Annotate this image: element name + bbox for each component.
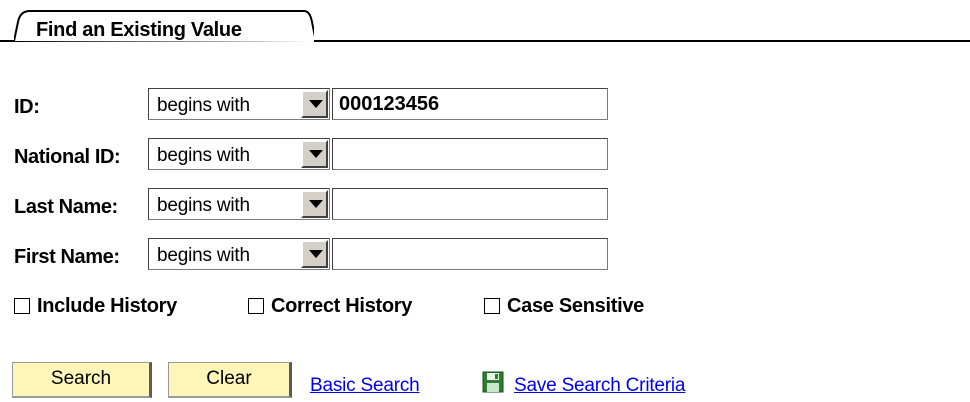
national-id-input[interactable] xyxy=(332,138,608,170)
case-sensitive-checkbox[interactable] xyxy=(484,298,500,314)
national-id-operator-value: begins with xyxy=(157,145,250,166)
case-sensitive-option[interactable]: Case Sensitive xyxy=(484,294,684,320)
national-id-label: National ID: xyxy=(14,146,121,168)
last-name-label: Last Name: xyxy=(14,196,118,218)
field-row-first-name: First Name: begins with xyxy=(14,238,614,272)
first-name-input[interactable] xyxy=(332,238,608,270)
save-search-criteria-link[interactable]: Save Search Criteria xyxy=(514,375,685,397)
include-history-option[interactable]: Include History xyxy=(14,294,224,320)
last-name-operator-value: begins with xyxy=(157,195,250,216)
id-operator-value: begins with xyxy=(157,95,250,116)
correct-history-checkbox[interactable] xyxy=(248,298,264,314)
include-history-checkbox[interactable] xyxy=(14,298,30,314)
first-name-operator-select[interactable]: begins with xyxy=(148,238,330,270)
first-name-label: First Name: xyxy=(14,246,120,268)
clear-button[interactable]: Clear xyxy=(168,362,292,398)
id-operator-select[interactable]: begins with xyxy=(148,88,330,120)
basic-search-link[interactable]: Basic Search xyxy=(310,375,420,397)
case-sensitive-label: Case Sensitive xyxy=(507,295,644,317)
include-history-label: Include History xyxy=(37,295,177,317)
last-name-input[interactable] xyxy=(332,188,608,220)
dropdown-arrow-icon[interactable] xyxy=(301,90,328,118)
field-row-last-name: Last Name: begins with xyxy=(14,188,614,222)
dropdown-arrow-icon[interactable] xyxy=(301,140,328,168)
dropdown-arrow-icon[interactable] xyxy=(301,240,328,268)
first-name-operator-value: begins with xyxy=(157,245,250,266)
id-input[interactable] xyxy=(332,88,608,120)
search-button[interactable]: Search xyxy=(12,362,152,398)
national-id-operator-select[interactable]: begins with xyxy=(148,138,330,170)
dropdown-arrow-icon[interactable] xyxy=(301,190,328,218)
field-row-id: ID: begins with xyxy=(14,88,614,122)
tab-label: Find an Existing Value xyxy=(36,19,242,41)
last-name-operator-select[interactable]: begins with xyxy=(148,188,330,220)
floppy-disk-icon[interactable] xyxy=(482,371,504,393)
tab-find-existing-value[interactable]: Find an Existing Value xyxy=(14,8,314,42)
correct-history-option[interactable]: Correct History xyxy=(248,294,458,320)
field-row-national-id: National ID: begins with xyxy=(14,138,614,172)
id-label: ID: xyxy=(14,96,40,118)
correct-history-label: Correct History xyxy=(271,295,413,317)
